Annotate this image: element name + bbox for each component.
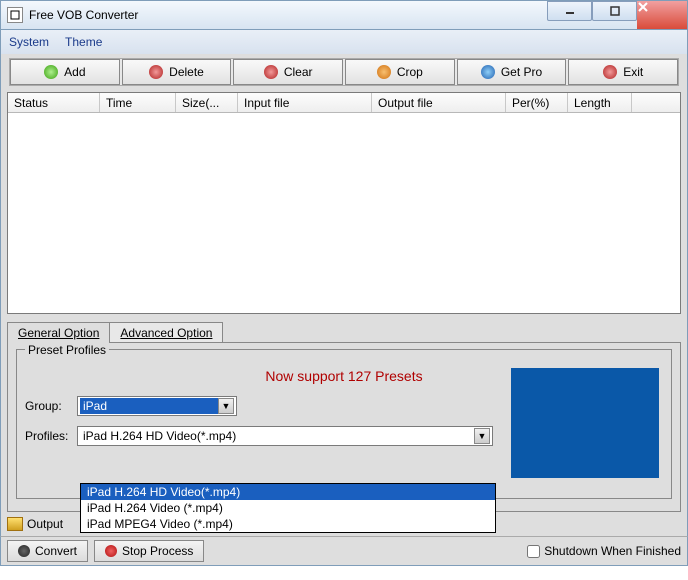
- close-button[interactable]: [637, 1, 687, 29]
- stop-icon: [105, 545, 117, 557]
- profiles-value: iPad H.264 HD Video(*.mp4): [80, 428, 474, 444]
- getpro-icon: [481, 65, 495, 79]
- table-body[interactable]: [8, 113, 680, 313]
- convert-icon: [18, 545, 30, 557]
- group-label: Group:: [25, 399, 73, 413]
- preset-fieldset: Preset Profiles Now support 127 Presets …: [16, 349, 672, 499]
- getpro-button[interactable]: Get Pro: [457, 59, 567, 85]
- exit-icon: [603, 65, 617, 79]
- col-length[interactable]: Length: [568, 93, 632, 112]
- tab-row: General Option Advanced Option: [7, 322, 681, 343]
- col-size[interactable]: Size(...: [176, 93, 238, 112]
- exit-label: Exit: [623, 65, 643, 79]
- profiles-label: Profiles:: [25, 429, 73, 443]
- bottom-bar: Convert Stop Process Shutdown When Finis…: [0, 536, 688, 566]
- table-header: Status Time Size(... Input file Output f…: [8, 93, 680, 113]
- tab-advanced[interactable]: Advanced Option: [109, 322, 223, 343]
- convert-button[interactable]: Convert: [7, 540, 88, 562]
- toolbar: Add Delete Clear Crop Get Pro Exit: [9, 58, 679, 86]
- dropdown-option[interactable]: iPad H.264 Video (*.mp4): [81, 500, 495, 516]
- col-spacer: [632, 93, 680, 112]
- file-table: Status Time Size(... Input file Output f…: [7, 92, 681, 314]
- clear-button[interactable]: Clear: [233, 59, 343, 85]
- delete-button[interactable]: Delete: [122, 59, 232, 85]
- tab-general[interactable]: General Option: [7, 322, 110, 343]
- menubar: System Theme: [0, 30, 688, 54]
- maximize-button[interactable]: [592, 1, 637, 21]
- chevron-down-icon: ▼: [218, 398, 234, 414]
- output-label: Output: [27, 517, 63, 531]
- col-time[interactable]: Time: [100, 93, 176, 112]
- crop-icon: [377, 65, 391, 79]
- shutdown-checkbox[interactable]: [527, 545, 540, 558]
- col-per[interactable]: Per(%): [506, 93, 568, 112]
- col-input[interactable]: Input file: [238, 93, 372, 112]
- dropdown-option[interactable]: iPad MPEG4 Video (*.mp4): [81, 516, 495, 532]
- group-value: iPad: [80, 398, 218, 414]
- stop-label: Stop Process: [122, 544, 193, 558]
- profiles-dropdown[interactable]: iPad H.264 HD Video(*.mp4) iPad H.264 Vi…: [80, 483, 496, 533]
- add-label: Add: [64, 65, 85, 79]
- convert-label: Convert: [35, 544, 77, 558]
- shutdown-checkbox-wrap[interactable]: Shutdown When Finished: [527, 544, 681, 558]
- add-icon: [44, 65, 58, 79]
- profiles-combo[interactable]: iPad H.264 HD Video(*.mp4) ▼: [77, 426, 493, 446]
- col-output[interactable]: Output file: [372, 93, 506, 112]
- clear-icon: [264, 65, 278, 79]
- content-frame: Status Time Size(... Input file Output f…: [0, 90, 688, 512]
- menu-theme[interactable]: Theme: [65, 35, 102, 49]
- titlebar: Free VOB Converter: [0, 0, 688, 30]
- col-status[interactable]: Status: [8, 93, 100, 112]
- getpro-label: Get Pro: [501, 65, 542, 79]
- stop-button[interactable]: Stop Process: [94, 540, 204, 562]
- crop-label: Crop: [397, 65, 423, 79]
- preset-legend: Preset Profiles: [25, 343, 109, 357]
- window-controls: [547, 1, 687, 29]
- delete-icon: [149, 65, 163, 79]
- clear-label: Clear: [284, 65, 313, 79]
- folder-icon[interactable]: [7, 517, 23, 531]
- shutdown-label: Shutdown When Finished: [544, 544, 681, 558]
- menu-system[interactable]: System: [9, 35, 49, 49]
- chevron-down-icon: ▼: [474, 428, 490, 444]
- app-icon: [7, 7, 23, 23]
- preview-pane: [511, 368, 659, 478]
- add-button[interactable]: Add: [10, 59, 120, 85]
- dropdown-option[interactable]: iPad H.264 HD Video(*.mp4): [81, 484, 495, 500]
- group-combo[interactable]: iPad ▼: [77, 396, 237, 416]
- crop-button[interactable]: Crop: [345, 59, 455, 85]
- window-title: Free VOB Converter: [29, 8, 547, 22]
- delete-label: Delete: [169, 65, 204, 79]
- exit-button[interactable]: Exit: [568, 59, 678, 85]
- minimize-button[interactable]: [547, 1, 592, 21]
- toolbar-frame: Add Delete Clear Crop Get Pro Exit: [0, 54, 688, 90]
